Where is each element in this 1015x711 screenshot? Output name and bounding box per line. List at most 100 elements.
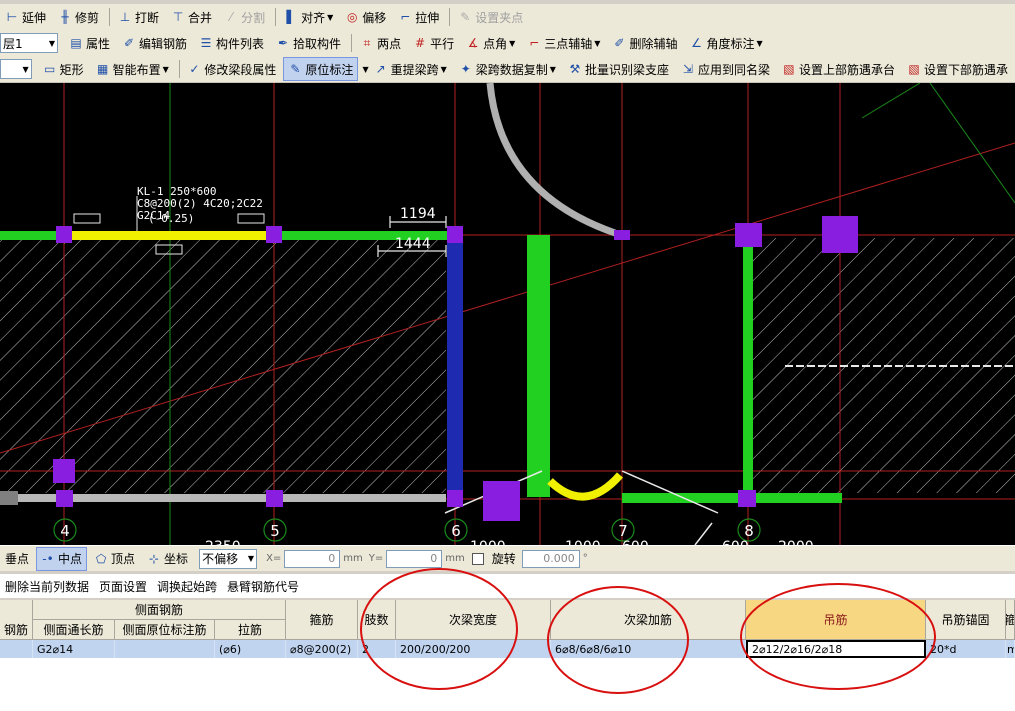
apply-same-name-button[interactable]: ⇲ 应用到同名梁	[676, 57, 775, 81]
properties-button[interactable]: ▤ 属性	[64, 31, 115, 55]
toolbar-divider	[178, 60, 180, 78]
component-list-button[interactable]: ☰ 构件列表	[194, 31, 269, 55]
align-icon: ▌	[286, 10, 296, 24]
angle-label-button[interactable]: ∠ 角度标注 ▼	[684, 31, 767, 55]
angle-label-icon: ∠	[691, 36, 702, 50]
merge-button[interactable]: ⊤ 合并	[166, 5, 217, 29]
split-button[interactable]: ⁄ 分割	[219, 5, 270, 29]
header-tie: 拉筋	[215, 620, 286, 640]
cell-side-original[interactable]	[115, 640, 215, 658]
aux-line	[929, 83, 1015, 204]
toolbar-divider	[351, 34, 353, 52]
smart-layout-button[interactable]: ▦ 智能布置 ▼	[91, 57, 174, 81]
y-offset-input[interactable]: 0	[386, 549, 443, 568]
rotate-label: 旋转	[491, 552, 516, 566]
column	[738, 490, 756, 507]
set-grip-button[interactable]: ✎ 设置夹点	[453, 5, 528, 29]
page-setup-button[interactable]: 页面设置	[94, 578, 152, 595]
cantilever-code-button[interactable]: 悬臂钢筋代号	[222, 578, 304, 595]
edit-rebar-button[interactable]: ✐ 编辑钢筋	[117, 31, 192, 55]
chevron-down-icon: ▼	[327, 12, 334, 22]
pick-component-button[interactable]: ✒ 拾取构件	[271, 31, 346, 55]
two-points-button[interactable]: ⌗ 两点	[355, 31, 406, 55]
stretch-button[interactable]: ⌐ 拉伸	[393, 5, 444, 29]
label-box	[237, 213, 265, 224]
column	[822, 216, 858, 253]
chevron-down-icon: ▼	[756, 38, 763, 48]
beam-label-elevation: (-0.25)	[148, 212, 194, 225]
point-angle-button[interactable]: ∡ 点角 ▼	[461, 31, 520, 55]
batch-identify-support-button[interactable]: ⚒ 批量识别梁支座	[563, 57, 674, 81]
column	[266, 226, 282, 243]
offset-mode-select[interactable]: 不偏移 ▼	[199, 548, 258, 569]
three-point-axis-icon: ⌐	[529, 36, 540, 50]
copy-span-data-button[interactable]: ✦ 梁跨数据复制 ▼	[454, 57, 561, 81]
axis-label-5: 5	[270, 522, 280, 540]
header-side-rebar-group: 侧面钢筋	[33, 600, 286, 620]
re-extract-icon: ↗	[375, 62, 386, 76]
original-label-button[interactable]: ✎ 原位标注	[283, 57, 359, 81]
dimension-1444: 1444	[395, 236, 431, 252]
beam-selected-kl1[interactable]	[64, 231, 276, 240]
x-offset-input[interactable]: 0	[284, 549, 341, 568]
extend-button[interactable]: ⊢ 延伸	[0, 5, 51, 29]
snap-vertex-button[interactable]: ⬠ 顶点	[89, 547, 140, 571]
floor-select[interactable]: 层1 ▼	[0, 33, 58, 53]
coordinate-icon: ⊹	[149, 551, 160, 566]
snap-midpoint-button[interactable]: -• 中点	[36, 546, 88, 571]
snap-toolbar: 垂点 -• 中点 ⬠ 顶点 ⊹ 坐标 不偏移 ▼ X= 0 mm Y= 0 mm 旋转 …	[0, 545, 1015, 571]
align-button[interactable]: ▌ 对齐 ▼	[279, 5, 338, 29]
snap-perpendicular-button[interactable]: 垂点	[0, 547, 34, 571]
set-bottom-rebar-button[interactable]: ▧ 设置下部筋遇承	[902, 57, 1013, 81]
door-leaf	[694, 522, 713, 545]
chevron-down-icon: ▼	[440, 64, 447, 74]
draw-mode-select[interactable]: ▼	[0, 59, 32, 79]
delete-axis-button[interactable]: ✐ 删除辅轴	[607, 31, 682, 55]
cell-tie[interactable]: (⌀6)	[215, 640, 286, 658]
snap-coordinate-button[interactable]: ⊹ 坐标	[142, 547, 193, 571]
set-top-rebar-cap-button[interactable]: ▧ 设置上部筋遇承台	[777, 57, 900, 81]
toolbar-divider	[449, 8, 451, 26]
two-points-icon: ⌗	[363, 36, 371, 50]
column	[614, 230, 630, 240]
cell-stirrup[interactable]: ⌀8@200(2)	[286, 640, 358, 658]
split-icon: ⁄	[230, 10, 233, 24]
cell-partial-end[interactable]: m	[1006, 640, 1015, 658]
beam-green-bottom-right	[622, 493, 842, 503]
column	[447, 226, 463, 243]
cad-drawing: KL-1 250*600 C8@200(2) 4C20;2C22 G2C14 (…	[0, 83, 1015, 545]
cell-rebar-partial[interactable]	[0, 640, 33, 658]
apply-same-icon: ⇲	[682, 62, 693, 76]
rotate-input[interactable]: 0.000	[521, 549, 580, 568]
re-extract-span-button[interactable]: ↗ 重提梁跨 ▼	[369, 57, 452, 81]
smart-layout-icon: ▦	[96, 62, 109, 76]
axis-label-6: 6	[451, 522, 461, 540]
swap-start-span-button[interactable]: 调换起始跨	[152, 578, 222, 595]
label-box	[73, 213, 101, 224]
rotate-checkbox[interactable]	[471, 552, 484, 565]
header-partial-end: 箍	[1006, 600, 1015, 640]
break-button[interactable]: ⊥ 打断	[113, 5, 164, 29]
axis-label-7: 7	[618, 522, 628, 540]
delete-column-data-button[interactable]: 删除当前列数据	[0, 578, 94, 595]
cell-hanger-anchor[interactable]: 20*d	[926, 640, 1006, 658]
trim-button[interactable]: ╫ 修剪	[53, 5, 104, 29]
aux-line	[861, 83, 921, 119]
delete-axis-icon: ✐	[614, 36, 625, 50]
chevron-down-icon: ▼	[48, 38, 55, 48]
axis-label-4: 4	[60, 522, 70, 540]
three-point-axis-button[interactable]: ⌐ 三点辅轴 ▼	[522, 31, 605, 55]
cell-side-through[interactable]: G2⌀14	[33, 640, 115, 658]
header-side-through: 侧面通长筋	[33, 620, 115, 640]
grip-icon: ✎	[460, 10, 471, 24]
beam-blue-vertical	[447, 235, 463, 497]
set-top-rebar-icon: ▧	[783, 62, 795, 76]
modify-span-props-button[interactable]: ✓ 修改梁段属性	[182, 57, 281, 81]
chevron-down-icon: ▼	[247, 554, 255, 563]
header-side-original: 侧面原位标注筋	[115, 620, 215, 640]
drawing-canvas[interactable]: KL-1 250*600 C8@200(2) 4C20;2C22 G2C14 (…	[0, 83, 1015, 545]
parallel-button[interactable]: # 平行	[408, 31, 459, 55]
beam-grey-end	[0, 491, 18, 505]
rectangle-button[interactable]: ▭ 矩形	[38, 57, 89, 81]
offset-button[interactable]: ◎ 偏移	[340, 5, 391, 29]
